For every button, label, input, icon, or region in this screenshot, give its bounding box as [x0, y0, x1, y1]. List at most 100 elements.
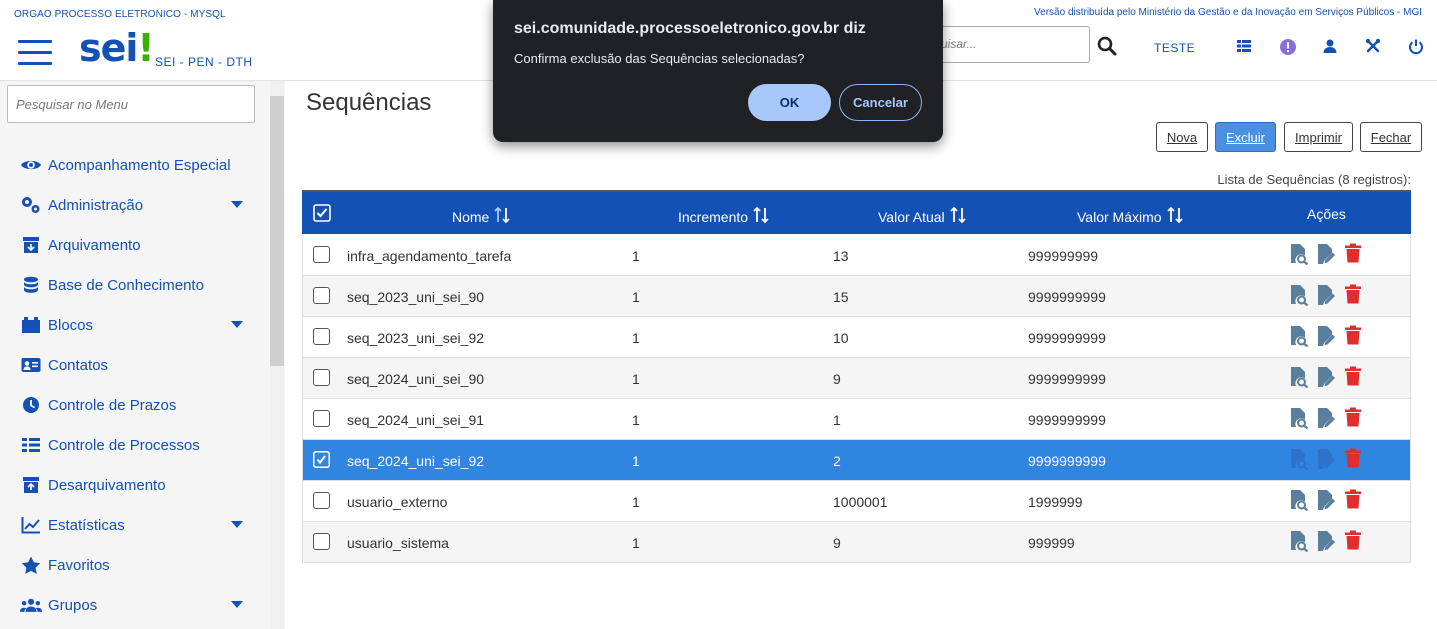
row-checkbox[interactable] — [313, 533, 330, 550]
delete-icon[interactable] — [1344, 366, 1364, 388]
edit-icon[interactable] — [1316, 325, 1336, 347]
edit-icon[interactable] — [1316, 448, 1336, 470]
row-checkbox[interactable] — [313, 369, 330, 386]
cell-nome: usuario_sistema — [347, 535, 449, 551]
users-icon — [20, 595, 42, 615]
menu-icon[interactable] — [18, 40, 52, 68]
cell-valor-maximo: 9999999999 — [1028, 371, 1106, 387]
column-header-acoes: Ações — [1307, 206, 1346, 222]
edit-icon[interactable] — [1316, 366, 1336, 388]
nova-button[interactable]: Nova — [1156, 122, 1208, 152]
row-checkbox[interactable] — [313, 492, 330, 509]
cell-valor-maximo: 9999999999 — [1028, 289, 1106, 305]
table-row[interactable]: seq_2024_uni_sei_91 1 1 9999999999 — [302, 399, 1411, 440]
cancel-button[interactable]: Cancelar — [839, 84, 922, 121]
table-row[interactable]: seq_2024_uni_sei_92 1 2 9999999999 — [302, 440, 1411, 481]
table-row[interactable]: seq_2023_uni_sei_92 1 10 9999999999 — [302, 317, 1411, 358]
sidebar-item-controle-prazos[interactable]: Controle de Prazos — [20, 393, 176, 417]
table-row[interactable]: usuario_sistema 1 9 999999 — [302, 522, 1411, 563]
view-icon[interactable] — [1289, 284, 1309, 307]
view-icon[interactable] — [1289, 366, 1309, 389]
delete-icon[interactable] — [1344, 284, 1364, 306]
sidebar-item-grupos[interactable]: Grupos — [20, 593, 97, 617]
sidebar-item-controle-processos[interactable]: Controle de Processos — [20, 433, 200, 457]
sidebar-item-label: Arquivamento — [48, 236, 141, 254]
edit-icon[interactable] — [1316, 489, 1336, 511]
delete-icon[interactable] — [1344, 489, 1364, 511]
column-header-valor-maximo[interactable]: Valor Máximo — [1077, 206, 1184, 227]
edit-icon[interactable] — [1316, 243, 1336, 265]
sidebar-item-blocos[interactable]: Blocos — [20, 313, 93, 337]
edit-icon[interactable] — [1316, 530, 1336, 552]
sort-icon[interactable] — [949, 206, 967, 227]
grid-icon[interactable] — [1236, 38, 1254, 56]
power-icon[interactable] — [1408, 38, 1426, 56]
sidebar-item-arquivamento[interactable]: Arquivamento — [20, 233, 141, 257]
excluir-button[interactable]: Excluir — [1215, 122, 1276, 152]
sei-logo[interactable]: sei! — [79, 26, 155, 70]
row-checkbox[interactable] — [312, 450, 330, 468]
tools-icon[interactable] — [1365, 38, 1383, 56]
ok-button[interactable]: OK — [748, 84, 831, 121]
view-icon[interactable] — [1289, 448, 1309, 471]
subsystem-label: SEI - PEN - DTH — [155, 55, 253, 69]
table-row[interactable]: seq_2023_uni_sei_90 1 15 9999999999 — [302, 276, 1411, 317]
sidebar-item-desarquivamento[interactable]: Desarquivamento — [20, 473, 166, 497]
cell-nome: seq_2023_uni_sei_90 — [347, 289, 485, 305]
user-icon[interactable] — [1322, 38, 1340, 56]
delete-icon[interactable] — [1344, 325, 1364, 347]
view-icon[interactable] — [1289, 407, 1309, 430]
sidebar-item-base-conhecimento[interactable]: Base de Conhecimento — [20, 273, 204, 297]
sort-icon[interactable] — [752, 206, 770, 227]
cell-valor-maximo: 9999999999 — [1028, 330, 1106, 346]
sidebar-item-administracao[interactable]: Administração — [20, 193, 143, 217]
delete-icon[interactable] — [1344, 407, 1364, 429]
chevron-down-icon[interactable] — [231, 601, 243, 608]
search-input[interactable]: uisar... — [930, 26, 1090, 63]
chevron-down-icon[interactable] — [231, 201, 243, 208]
column-header-nome[interactable]: Nome — [452, 206, 511, 227]
column-header-incremento[interactable]: Incremento — [678, 206, 770, 227]
chevron-down-icon[interactable] — [231, 321, 243, 328]
fechar-button[interactable]: Fechar — [1360, 122, 1422, 152]
row-checkbox[interactable] — [313, 410, 330, 427]
search-icon[interactable] — [1097, 36, 1119, 58]
table-caption: Lista de Sequências (8 registros): — [1217, 172, 1411, 187]
select-all-checkbox[interactable] — [313, 204, 331, 227]
row-checkbox[interactable] — [313, 287, 330, 304]
table-row[interactable]: seq_2024_uni_sei_90 1 9 9999999999 — [302, 358, 1411, 399]
sort-icon[interactable] — [493, 206, 511, 227]
cell-nome: seq_2024_uni_sei_90 — [347, 371, 485, 387]
row-checkbox[interactable] — [313, 246, 330, 263]
unit-selector[interactable]: TESTE — [1154, 41, 1195, 55]
sidebar-item-estatisticas[interactable]: Estatísticas — [20, 513, 125, 537]
edit-icon[interactable] — [1316, 284, 1336, 306]
row-checkbox[interactable] — [313, 328, 330, 345]
gov-label: Versão distribuída pelo Ministério da Ge… — [1034, 7, 1422, 18]
edit-icon[interactable] — [1316, 407, 1336, 429]
view-icon[interactable] — [1289, 489, 1309, 512]
table-row[interactable]: usuario_externo 1 1000001 1999999 — [302, 481, 1411, 522]
column-header-valor-atual[interactable]: Valor Atual — [878, 206, 967, 227]
cell-valor-atual: 13 — [833, 248, 849, 264]
cell-valor-atual: 1000001 — [833, 494, 888, 510]
table-row[interactable]: infra_agendamento_tarefa 1 13 999999999 — [302, 235, 1411, 276]
sidebar-item-favoritos[interactable]: Favoritos — [20, 553, 110, 577]
chevron-down-icon[interactable] — [231, 521, 243, 528]
view-icon[interactable] — [1289, 243, 1309, 266]
scrollbar-thumb[interactable] — [270, 96, 284, 366]
blocks-icon — [20, 315, 42, 335]
sidebar-item-acompanhamento[interactable]: Acompanhamento Especial — [20, 153, 231, 177]
sidebar-item-label: Acompanhamento Especial — [48, 156, 231, 174]
cell-valor-maximo: 1999999 — [1028, 494, 1083, 510]
view-icon[interactable] — [1289, 530, 1309, 553]
delete-icon[interactable] — [1344, 448, 1364, 470]
menu-search-input[interactable]: Pesquisar no Menu — [7, 85, 255, 123]
imprimir-button[interactable]: Imprimir — [1284, 122, 1353, 152]
delete-icon[interactable] — [1344, 530, 1364, 552]
sidebar-item-contatos[interactable]: Contatos — [20, 353, 108, 377]
delete-icon[interactable] — [1344, 243, 1364, 265]
view-icon[interactable] — [1289, 325, 1309, 348]
sort-icon[interactable] — [1166, 206, 1184, 227]
alert-icon[interactable] — [1279, 38, 1297, 56]
